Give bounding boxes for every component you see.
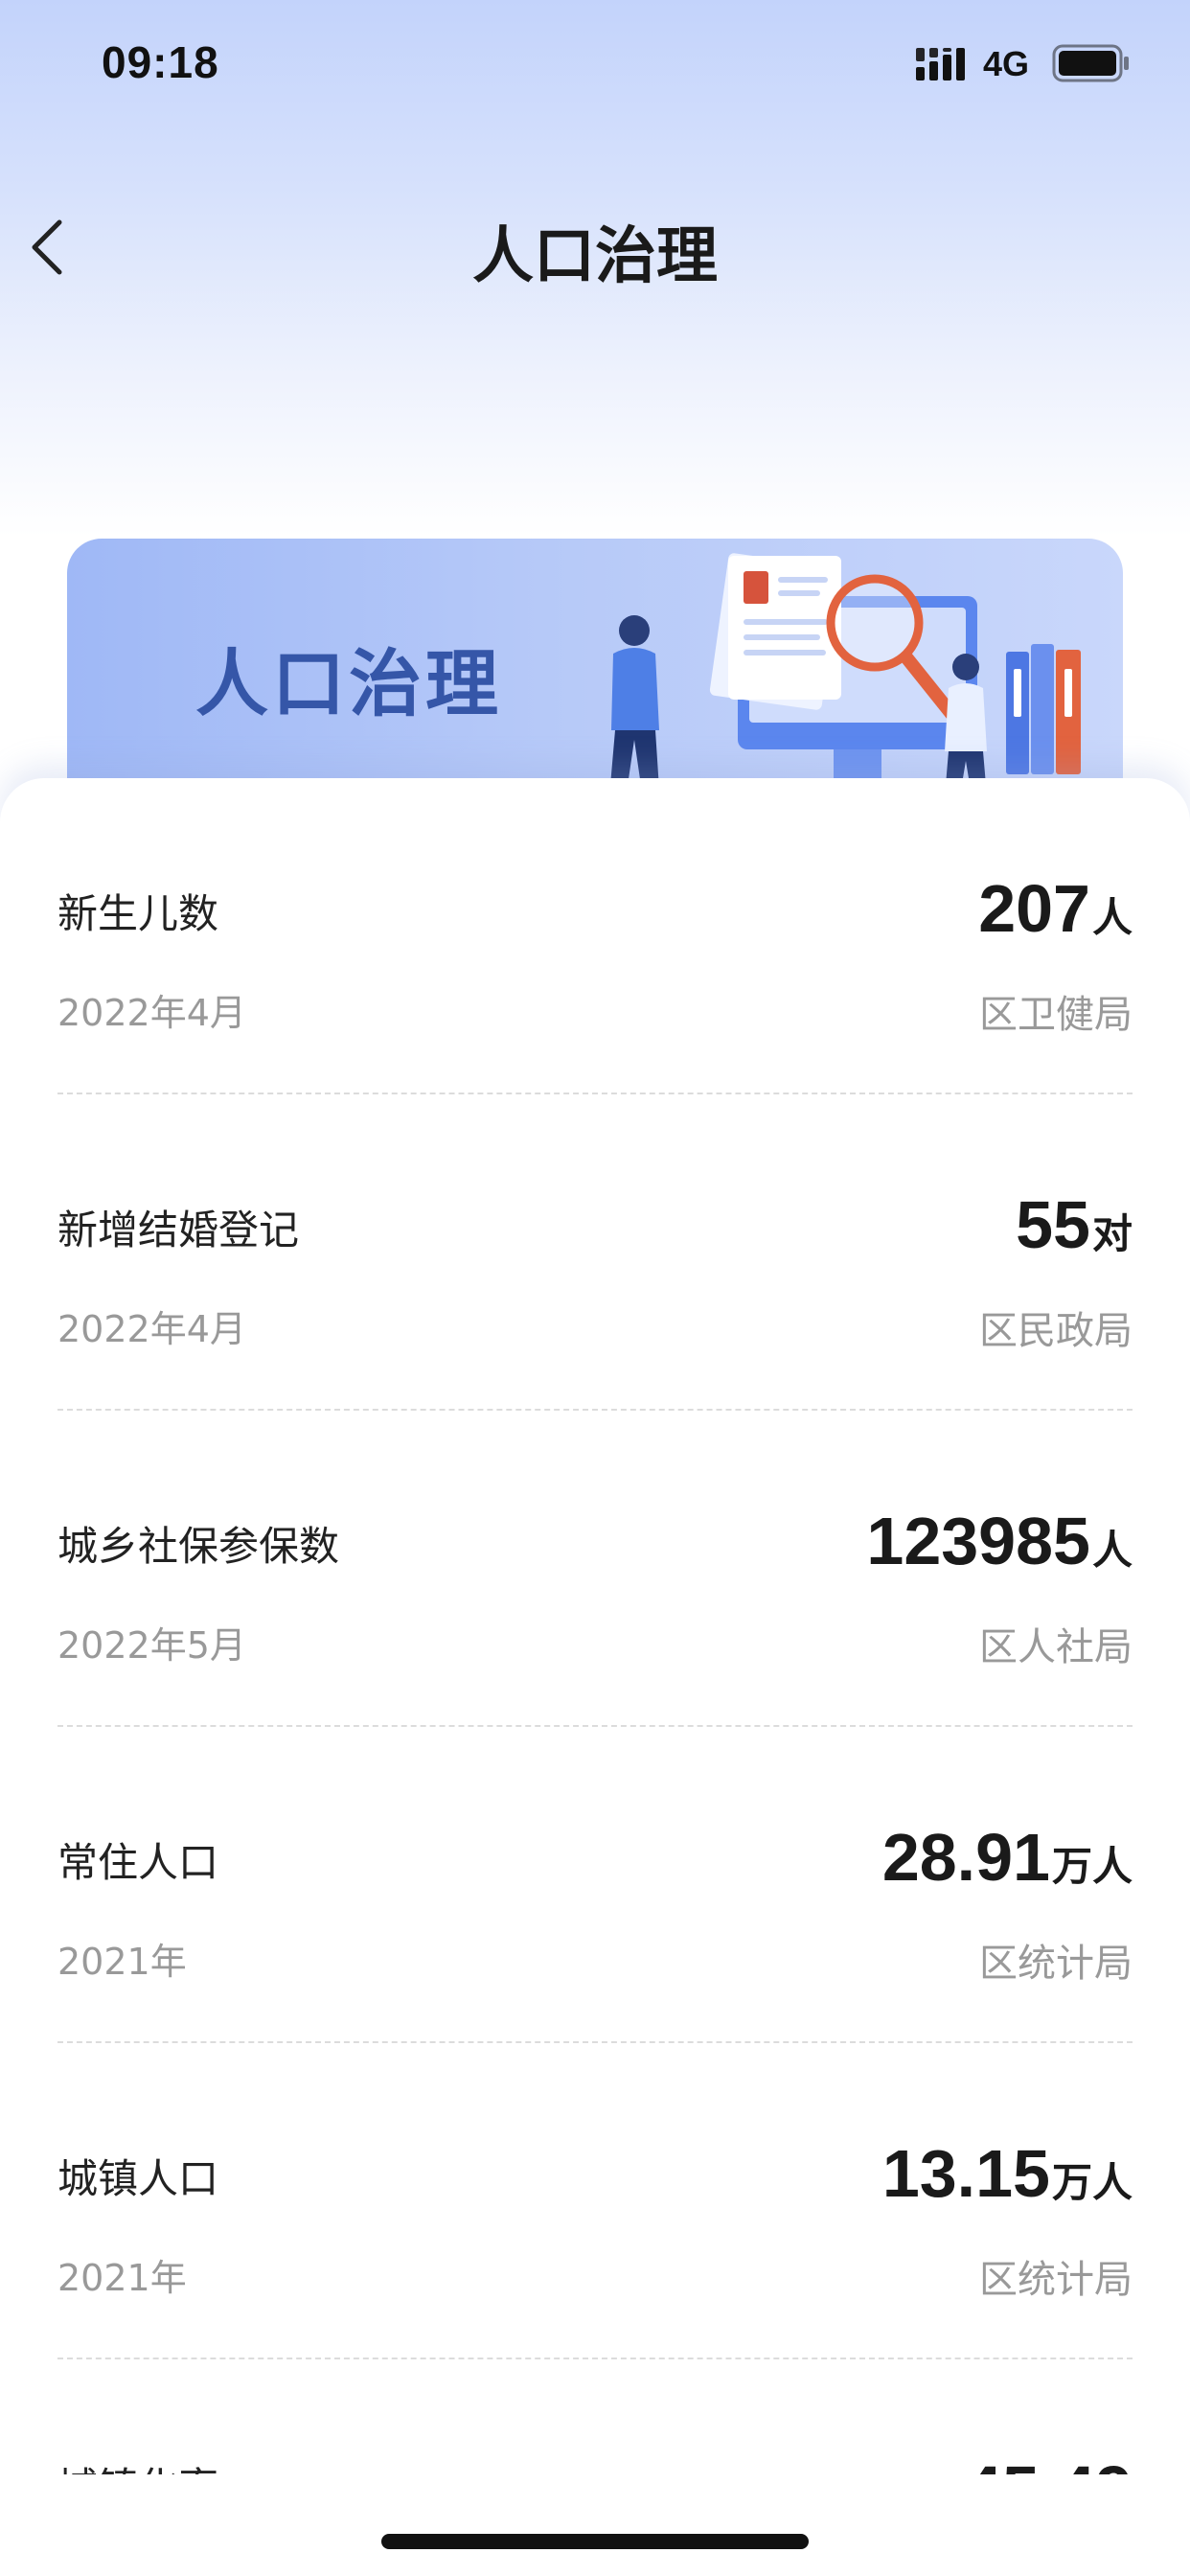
stat-row-marriages[interactable]: 新增结婚登记 55对 2022年4月 区民政局	[57, 1094, 1133, 1411]
stat-date: 2022年4月	[57, 1308, 246, 1350]
stat-source: 区统计局	[979, 2258, 1133, 2302]
stat-value-group: 13.15万人	[882, 2135, 1133, 2212]
stat-date: 2022年5月	[57, 1624, 246, 1667]
stat-row-resident-population[interactable]: 常住人口 28.91万人 2021年 区统计局	[57, 1727, 1133, 2043]
page-title: 人口治理	[472, 221, 718, 292]
stat-row-urban-population[interactable]: 城镇人口 13.15万人 2021年 区统计局	[57, 2043, 1133, 2359]
stat-value: 123985	[866, 1504, 1090, 1578]
stat-date: 2022年4月	[57, 992, 246, 1034]
signal-icon	[916, 48, 965, 80]
stat-unit: 对	[1091, 1210, 1133, 1257]
stat-source: 区统计局	[979, 1942, 1133, 1986]
stat-label: 新增结婚登记	[57, 1207, 300, 1254]
stat-value: 55	[1016, 1187, 1090, 1262]
stat-row-social-insurance[interactable]: 城乡社保参保数 123985人 2022年5月 区人社局	[57, 1411, 1133, 1727]
stat-unit: 人	[1091, 1527, 1133, 1574]
stat-row-urbanization-partial[interactable]: 城镇化率 45.49	[57, 2359, 1133, 2474]
stats-list: 新生儿数 207人 2022年4月 区卫健局 新增结婚登记 55对 2022年4…	[57, 778, 1133, 2474]
stat-unit: 万人	[1051, 1843, 1133, 1890]
battery-icon	[1052, 44, 1129, 82]
stat-row-newborns[interactable]: 新生儿数 207人 2022年4月 区卫健局	[57, 778, 1133, 1094]
stats-card: 新生儿数 207人 2022年4月 区卫健局 新增结婚登记 55对 2022年4…	[0, 778, 1190, 2576]
stat-date: 2021年	[57, 1941, 187, 1983]
status-time: 09:18	[102, 37, 219, 87]
stat-value: 207	[978, 871, 1090, 946]
stat-value-group: 207人	[978, 870, 1133, 947]
stat-label: 城乡社保参保数	[57, 1523, 340, 1570]
stat-source: 区民政局	[979, 1309, 1133, 1353]
stat-label: 常住人口	[57, 1839, 219, 1886]
stat-value: 28.91	[881, 1820, 1050, 1895]
banner-title: 人口治理	[195, 641, 502, 726]
stat-label: 城镇化率	[57, 2455, 218, 2474]
stat-date: 2021年	[57, 2257, 187, 2299]
stat-value-group: 123985人	[866, 1503, 1133, 1579]
stat-label: 新生儿数	[57, 890, 219, 937]
status-bar: 09:18 4G	[0, 0, 1190, 125]
network-type-label: 4G	[983, 44, 1030, 83]
stat-unit: 人	[1091, 894, 1133, 941]
home-indicator[interactable]	[381, 2534, 809, 2549]
stat-value: 13.15	[881, 2136, 1050, 2211]
stat-source: 区人社局	[979, 1625, 1133, 1669]
stat-value-group: 55对	[1016, 1186, 1133, 1263]
stat-value-group: 28.91万人	[882, 1819, 1133, 1896]
stat-source: 区卫健局	[979, 993, 1133, 1037]
stat-label: 城镇人口	[57, 2155, 219, 2202]
stat-value-group: 45.49	[965, 2451, 1133, 2474]
stat-value: 45.49	[965, 2452, 1133, 2474]
stat-unit: 万人	[1051, 2159, 1133, 2206]
